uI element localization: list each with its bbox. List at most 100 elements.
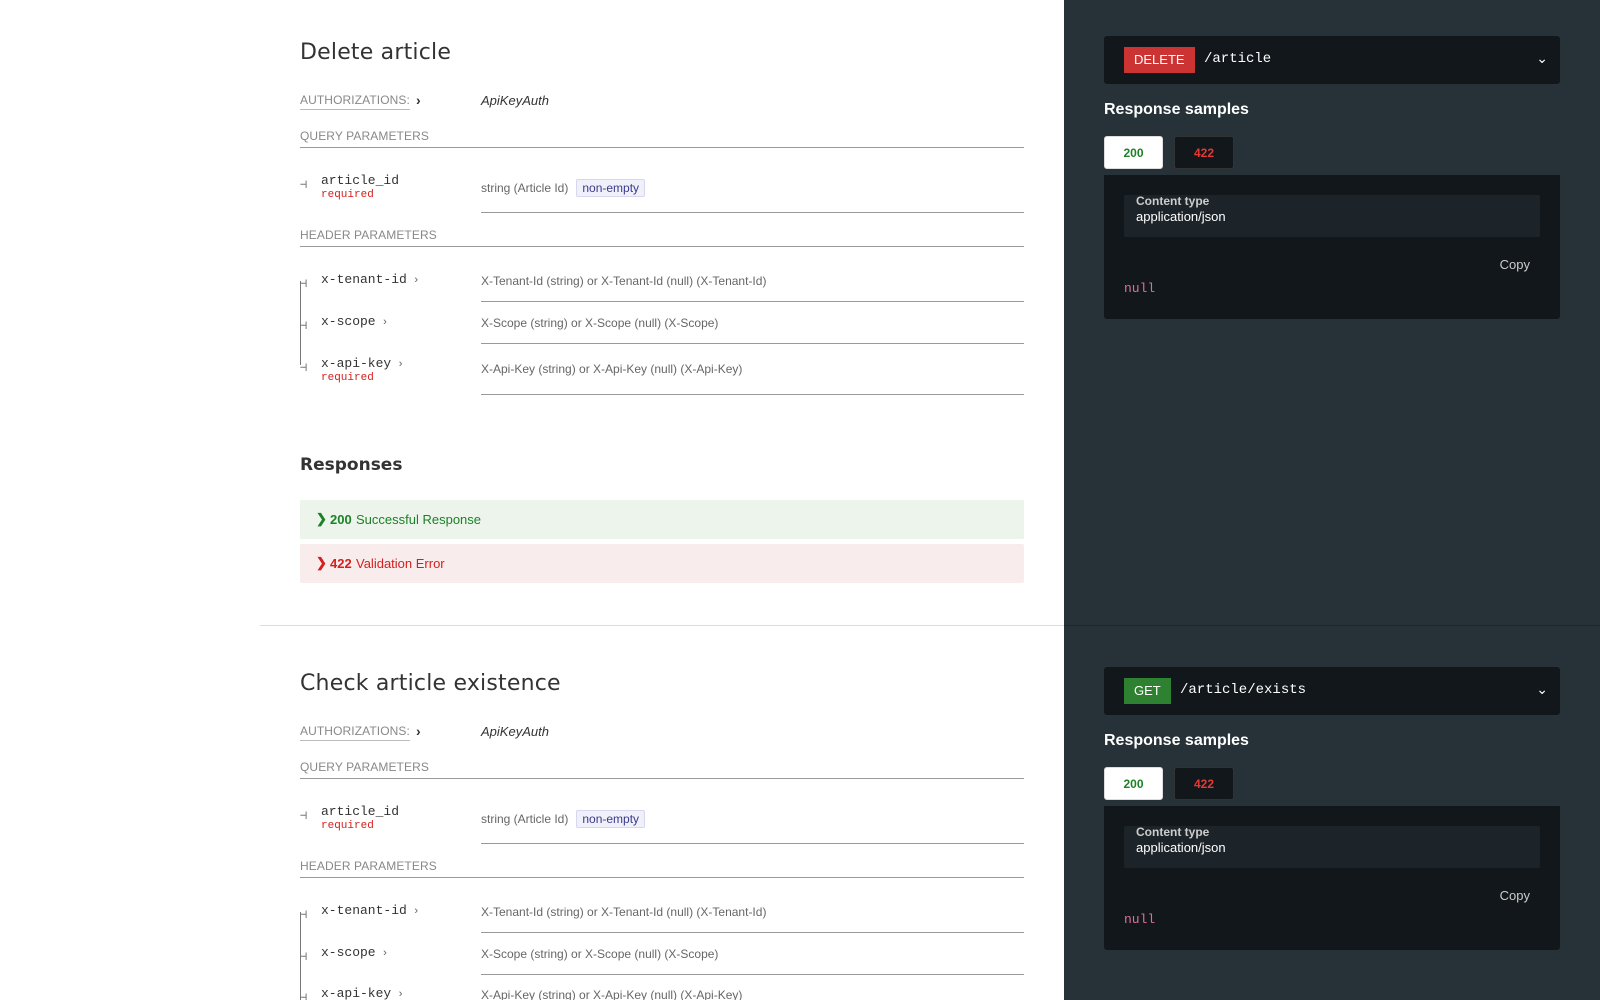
- param-name[interactable]: x-tenant-id: [321, 903, 407, 918]
- param-required: required: [321, 820, 374, 832]
- tree-branch-icon: ⊣: [300, 276, 308, 290]
- tab-422[interactable]: 422: [1174, 136, 1234, 169]
- endpoint-toggle[interactable]: DELETE /article ⌄: [1104, 36, 1560, 84]
- tree-branch-icon: ⊣: [300, 318, 308, 332]
- content-type-label: Content type: [1136, 825, 1210, 839]
- param-type: X-Api-Key (string) or X-Api-Key (null) (…: [481, 988, 743, 1000]
- param-required: required: [321, 372, 374, 384]
- tree-branch-icon: ⊣: [300, 990, 308, 1000]
- param-name: article_id: [321, 804, 400, 819]
- sample-body: null: [1124, 912, 1156, 927]
- param-divider: [481, 974, 1024, 975]
- http-method-badge[interactable]: GET: [1124, 678, 1171, 704]
- chevron-right-icon[interactable]: ›: [413, 906, 420, 918]
- content-type-value: application/json: [1136, 209, 1226, 224]
- tree-branch-icon: ⊣: [300, 360, 308, 374]
- authorizations-row[interactable]: AUTHORIZATIONS: › ApiKeyAuth: [300, 723, 1024, 744]
- responses-title: Responses: [300, 455, 403, 475]
- chevron-down-icon[interactable]: ⌄: [1536, 50, 1548, 67]
- param-divider: [481, 394, 1024, 395]
- response-samples-title: Response samples: [1104, 101, 1249, 118]
- param-constraint-badge: non-empty: [576, 810, 646, 828]
- param-name-toggle[interactable]: x-api-key ›: [321, 986, 404, 1000]
- content-type-box: Content type application/json: [1124, 194, 1540, 237]
- param-name[interactable]: x-scope: [321, 945, 376, 960]
- param-name-toggle[interactable]: x-scope ›: [321, 945, 388, 960]
- sample-body: null: [1124, 281, 1156, 296]
- param-type: string (Article Id) non-empty: [481, 810, 646, 828]
- tab-200[interactable]: 200: [1104, 136, 1163, 169]
- param-constraint-badge: non-empty: [576, 179, 646, 197]
- copy-button[interactable]: Copy: [1500, 257, 1530, 272]
- tab-422[interactable]: 422: [1174, 767, 1234, 800]
- param-type-text: string (Article Id): [481, 181, 569, 195]
- param-type: X-Api-Key (string) or X-Api-Key (null) (…: [481, 362, 743, 376]
- operation-divider-dark: [1064, 625, 1600, 626]
- response-description[interactable]: Validation Error: [356, 556, 445, 571]
- param-divider: [481, 301, 1024, 302]
- content-type-value: application/json: [1136, 840, 1226, 855]
- sample-panel: Content type application/json Copy null: [1104, 175, 1560, 319]
- param-name-toggle[interactable]: x-tenant-id ›: [321, 272, 419, 287]
- endpoint-toggle[interactable]: GET /article/exists ⌄: [1104, 667, 1560, 715]
- sample-panel: Content type application/json Copy null: [1104, 806, 1560, 950]
- response-code[interactable]: 422: [330, 556, 352, 571]
- header-parameters-title: HEADER PARAMETERS: [300, 228, 1024, 247]
- authorizations-label[interactable]: AUTHORIZATIONS:: [300, 724, 410, 741]
- authorizations-label[interactable]: AUTHORIZATIONS:: [300, 93, 410, 110]
- param-divider: [481, 212, 1024, 213]
- copy-button[interactable]: Copy: [1500, 888, 1530, 903]
- param-name[interactable]: x-api-key: [321, 986, 391, 1000]
- chevron-right-icon[interactable]: ›: [382, 317, 389, 329]
- chevron-right-icon[interactable]: ›: [397, 989, 404, 1000]
- auth-scheme: ApiKeyAuth: [481, 93, 549, 108]
- chevron-right-icon[interactable]: ›: [382, 948, 389, 960]
- chevron-right-icon[interactable]: ›: [397, 359, 404, 371]
- tree-branch-icon: ⊣: [300, 949, 308, 963]
- endpoint-path[interactable]: /article/exists: [1180, 682, 1306, 698]
- response-422[interactable]: ❯ 422 Validation Error: [300, 544, 1024, 583]
- query-parameters-title: QUERY PARAMETERS: [300, 129, 1024, 148]
- chevron-down-icon[interactable]: ⌄: [1536, 681, 1548, 698]
- param-required: required: [321, 189, 374, 201]
- chevron-right-icon[interactable]: ›: [416, 92, 421, 108]
- http-method-badge[interactable]: DELETE: [1124, 47, 1195, 73]
- param-divider: [481, 843, 1024, 844]
- response-samples-title: Response samples: [1104, 732, 1249, 749]
- response-code[interactable]: 200: [330, 512, 352, 527]
- param-divider: [481, 932, 1024, 933]
- param-name-toggle[interactable]: x-api-key ›: [321, 356, 404, 371]
- param-type: X-Tenant-Id (string) or X-Tenant-Id (nul…: [481, 905, 767, 919]
- tab-200[interactable]: 200: [1104, 767, 1163, 800]
- operation-title: Delete article: [300, 40, 452, 65]
- param-type-text: string (Article Id): [481, 812, 569, 826]
- response-200[interactable]: ❯ 200 Successful Response: [300, 500, 1024, 539]
- param-divider: [481, 343, 1024, 344]
- header-parameters-title: HEADER PARAMETERS: [300, 859, 1024, 878]
- chevron-right-icon[interactable]: ❯: [316, 511, 327, 527]
- param-name-toggle[interactable]: x-tenant-id ›: [321, 903, 419, 918]
- content-type-label: Content type: [1136, 194, 1210, 208]
- tree-branch-icon: ⊣: [300, 177, 308, 191]
- tree-branch-icon: ⊣: [300, 907, 308, 921]
- param-name[interactable]: x-scope: [321, 314, 376, 329]
- tree-branch-icon: ⊣: [300, 808, 308, 822]
- param-name[interactable]: x-tenant-id: [321, 272, 407, 287]
- param-type: X-Scope (string) or X-Scope (null) (X-Sc…: [481, 947, 719, 961]
- operation-title: Check article existence: [300, 671, 561, 696]
- param-type: X-Tenant-Id (string) or X-Tenant-Id (nul…: [481, 274, 767, 288]
- authorizations-row[interactable]: AUTHORIZATIONS: › ApiKeyAuth: [300, 92, 1024, 113]
- content-type-box: Content type application/json: [1124, 825, 1540, 868]
- chevron-right-icon[interactable]: ›: [413, 275, 420, 287]
- param-name-toggle[interactable]: x-scope ›: [321, 314, 388, 329]
- param-type: X-Scope (string) or X-Scope (null) (X-Sc…: [481, 316, 719, 330]
- auth-scheme: ApiKeyAuth: [481, 724, 549, 739]
- query-parameters-title: QUERY PARAMETERS: [300, 760, 1024, 779]
- param-name[interactable]: x-api-key: [321, 356, 391, 371]
- chevron-right-icon[interactable]: ›: [416, 723, 421, 739]
- param-type: string (Article Id) non-empty: [481, 179, 646, 197]
- chevron-right-icon[interactable]: ❯: [316, 555, 327, 571]
- endpoint-path[interactable]: /article: [1204, 51, 1271, 67]
- param-name: article_id: [321, 173, 400, 188]
- response-description[interactable]: Successful Response: [356, 512, 481, 527]
